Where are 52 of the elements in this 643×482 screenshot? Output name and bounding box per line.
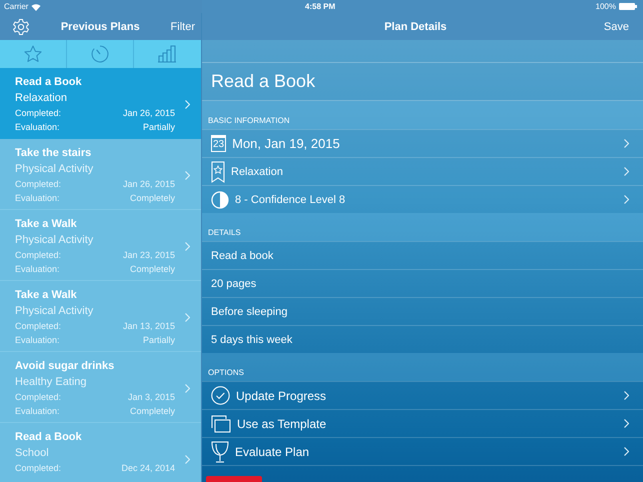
- battery-icon: [619, 3, 637, 10]
- plan-name: Read a Book: [202, 63, 643, 101]
- detail-link-row[interactable]: 23 Mon, Jan 19, 2015: [202, 129, 643, 157]
- chevron-icon: [624, 195, 629, 204]
- detail-row: Read a book: [202, 241, 643, 269]
- chevron-icon: [185, 242, 190, 251]
- filter-button[interactable]: Filter: [170, 18, 195, 34]
- chevron-icon: [624, 167, 629, 176]
- clock-label: 4:58 PM: [305, 2, 336, 11]
- ribbon-star-icon: [211, 160, 225, 182]
- detail-row: 20 pages: [202, 269, 643, 297]
- stacked-windows-icon: [211, 414, 231, 432]
- detail-row: 5 days this week: [202, 325, 643, 353]
- chevron-icon: [185, 313, 190, 322]
- bar-chart-icon: [158, 45, 178, 63]
- timer-icon: [90, 44, 110, 64]
- chevron-icon: [624, 447, 629, 456]
- chevron-icon: [185, 171, 190, 180]
- sidebar-title: Previous Plans: [60, 20, 141, 32]
- star-icon: [23, 44, 43, 64]
- plan-list-item[interactable]: Avoid sugar drinks Healthy Eating Completed: Jan 3, 2015 Evaluation: Completely: [0, 352, 201, 423]
- detail-link-row[interactable]: Relaxation: [202, 157, 643, 185]
- detail-link-row[interactable]: 8 - Confidence Level 8: [202, 185, 643, 213]
- section-header: BASIC INFORMATION: [208, 116, 290, 125]
- calendar-icon: 23: [211, 135, 226, 152]
- chevron-icon: [185, 455, 190, 464]
- chevron-icon: [624, 419, 629, 428]
- chevron-icon: [185, 100, 190, 109]
- settings-icon[interactable]: [12, 18, 30, 36]
- detail-link-row[interactable]: Update Progress: [202, 381, 643, 409]
- section-header: DETAILS: [208, 228, 241, 237]
- delete-button[interactable]: [206, 476, 262, 482]
- detail-title: Plan Details: [384, 20, 447, 32]
- plan-list-item[interactable]: Read a Book Relaxation Completed: Jan 26, 2015 Evaluation: Partially: [0, 68, 201, 139]
- carrier-label: Carrier: [4, 2, 28, 11]
- chevron-icon: [624, 139, 629, 148]
- detail-link-row[interactable]: Use as Template: [202, 409, 643, 437]
- chevron-icon: [624, 391, 629, 400]
- battery-label: 100%: [596, 2, 616, 11]
- plan-list-item[interactable]: Take a Walk Physical Activity Completed: Jan 23, 2015 Evaluation: Completely: [0, 210, 201, 281]
- check-circle-icon: [211, 386, 230, 405]
- detail-link-row[interactable]: Evaluate Plan: [202, 437, 643, 465]
- plan-list-item[interactable]: Take the stairs Physical Activity Completed: Jan 26, 2015 Evaluation: Completely: [0, 139, 201, 210]
- section-header: OPTIONS: [208, 368, 244, 377]
- plan-list-item[interactable]: Take a Walk Physical Activity Completed: Jan 13, 2015 Evaluation: Partially: [0, 281, 201, 352]
- plan-list-item[interactable]: Read a Book School Completed: Dec 24, 2014: [0, 423, 201, 482]
- chevron-icon: [185, 384, 190, 393]
- detail-row: Before sleeping: [202, 297, 643, 325]
- save-button[interactable]: Save: [604, 18, 629, 34]
- half-circle-icon: [211, 190, 229, 208]
- trophy-icon: [211, 440, 229, 462]
- wifi-icon: [31, 2, 42, 10]
